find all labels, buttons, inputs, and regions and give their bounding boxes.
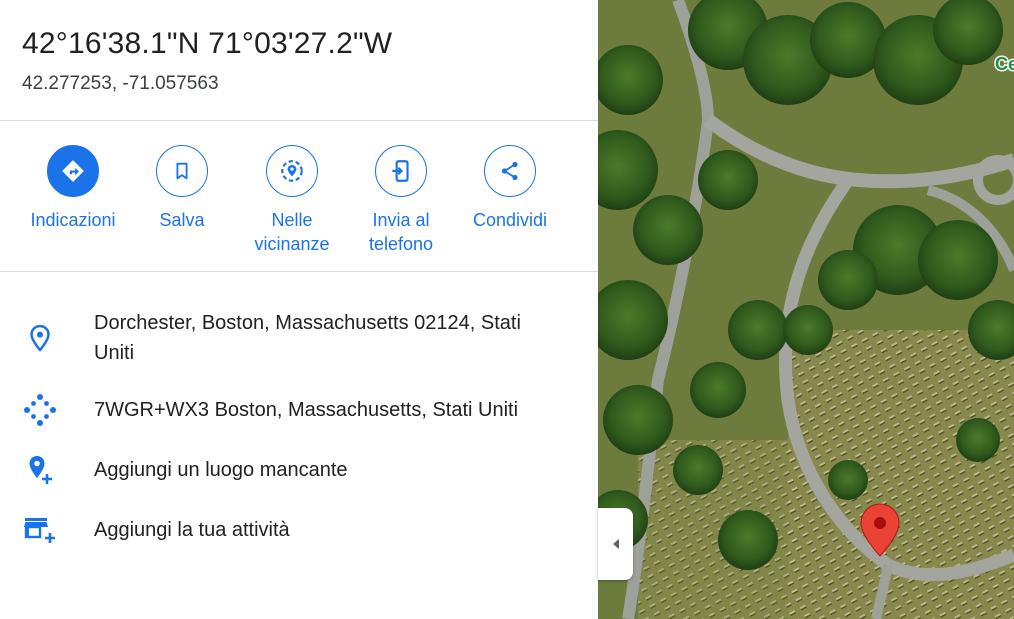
nearby-label: Nelle vicinanze: [254, 210, 330, 254]
add-business-icon: [22, 512, 58, 548]
share-button[interactable]: Condividi: [455, 145, 565, 232]
add-business-text: Aggiungi la tua attività: [94, 519, 290, 541]
plus-code-icon: [22, 392, 58, 428]
nearby-button[interactable]: Nelle vicinanze: [237, 145, 347, 256]
share-icon: [484, 145, 536, 197]
bookmark-icon: [156, 145, 208, 197]
directions-icon: [47, 145, 99, 197]
divider: [0, 120, 598, 121]
address-text: Dorchester, Boston, Massachusetts 02124,…: [94, 312, 521, 364]
satellite-map[interactable]: Ce: [598, 0, 1014, 619]
location-pin-icon: [22, 320, 58, 356]
nearby-icon: [266, 145, 318, 197]
send-to-phone-button[interactable]: Invia al telefono: [346, 145, 456, 256]
place-title: 42°16'38.1"N 71°03'27.2"W: [22, 27, 393, 60]
place-details-panel: 42°16'38.1"N 71°03'27.2"W 42.277253, -71…: [0, 0, 598, 619]
decimal-coordinates[interactable]: 42.277253, -71.057563: [22, 73, 219, 95]
save-button[interactable]: Salva: [127, 145, 237, 232]
save-label: Salva: [159, 210, 205, 230]
send-to-phone-label: Invia al telefono: [368, 210, 434, 254]
divider: [0, 271, 598, 272]
collapse-panel-button[interactable]: [598, 508, 633, 580]
caret-left-icon: [612, 539, 619, 549]
send-to-phone-icon: [375, 145, 427, 197]
share-label: Condividi: [472, 210, 548, 230]
map-place-label[interactable]: Ce: [994, 53, 1014, 76]
directions-label: Indicazioni: [30, 210, 116, 230]
plus-code-text: 7WGR+WX3 Boston, Massachusetts, Stati Un…: [94, 399, 519, 421]
add-missing-place-text: Aggiungi un luogo mancante: [94, 459, 348, 481]
add-location-icon: [22, 452, 58, 488]
satellite-imagery: Ce: [598, 0, 1014, 619]
directions-button[interactable]: Indicazioni: [18, 145, 128, 232]
